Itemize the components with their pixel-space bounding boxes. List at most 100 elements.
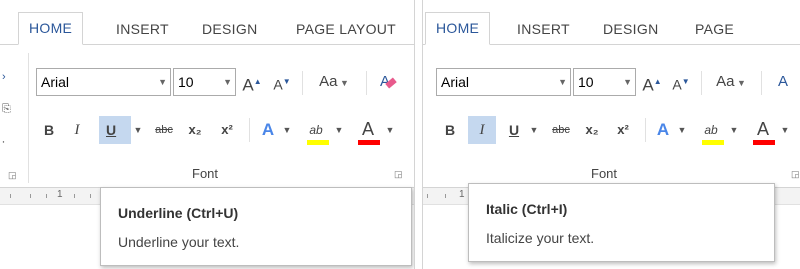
arrow-down-icon: ▼ bbox=[282, 77, 291, 86]
change-case-icon: Aa bbox=[716, 73, 735, 90]
chevron-down-icon[interactable]: ▼ bbox=[158, 69, 167, 95]
change-case-icon: Aa bbox=[319, 73, 338, 90]
tab-insert[interactable]: INSERT bbox=[507, 14, 580, 44]
subscript-button[interactable]: x₂ bbox=[183, 116, 207, 144]
chevron-down-icon[interactable]: ▼ bbox=[282, 116, 292, 144]
arrow-up-icon: ▲ bbox=[253, 77, 262, 86]
underline-dropdown-icon[interactable]: ▼ bbox=[131, 116, 145, 144]
font-name-box[interactable]: Arial ▼ bbox=[436, 68, 571, 96]
ruler-number: 1 bbox=[459, 189, 465, 200]
italic-button[interactable]: I bbox=[468, 116, 496, 144]
divider bbox=[366, 71, 367, 95]
font-size-value: 10 bbox=[578, 74, 594, 90]
divider bbox=[249, 118, 250, 142]
chevron-down-icon[interactable]: ▼ bbox=[558, 69, 567, 95]
font-color-button[interactable]: A bbox=[751, 115, 775, 143]
ruler-number: 1 bbox=[57, 189, 63, 200]
subscript-button[interactable]: x₂ bbox=[580, 116, 604, 144]
divider bbox=[645, 118, 646, 142]
shrink-font-icon: A bbox=[672, 76, 682, 93]
font-size-value: 10 bbox=[178, 74, 194, 90]
tooltip: Underline (Ctrl+U) Underline your text. bbox=[100, 187, 412, 266]
grow-font-button[interactable]: A▲ bbox=[640, 68, 664, 96]
highlight-icon: ab bbox=[309, 123, 323, 137]
highlight-icon: ab bbox=[704, 123, 718, 137]
font-dialog-launcher-icon[interactable]: ◲ bbox=[791, 169, 800, 180]
chevron-down-icon[interactable]: ▼ bbox=[223, 69, 232, 95]
tab-page-layout[interactable]: PAGE LAYOUT bbox=[286, 14, 406, 44]
chevron-down-icon[interactable]: ▼ bbox=[623, 69, 632, 95]
change-case-button[interactable]: Aa ▼ bbox=[709, 68, 753, 96]
ruler-tick bbox=[427, 194, 428, 198]
tab-design[interactable]: DESIGN bbox=[192, 14, 267, 44]
shrink-font-button[interactable]: A▼ bbox=[270, 68, 294, 96]
bold-button[interactable]: B bbox=[38, 116, 60, 144]
tab-insert[interactable]: INSERT bbox=[106, 14, 179, 44]
highlight-color-bar bbox=[307, 140, 329, 145]
chevron-down-icon: ▼ bbox=[734, 78, 746, 88]
font-size-box[interactable]: 10 ▼ bbox=[173, 68, 236, 96]
tab-home[interactable]: HOME bbox=[425, 12, 491, 45]
superscript-button[interactable]: x² bbox=[215, 116, 239, 144]
grow-font-icon: A bbox=[642, 75, 654, 95]
chevron-down-icon[interactable]: ▼ bbox=[385, 116, 395, 144]
tab-home[interactable]: HOME bbox=[18, 12, 84, 45]
superscript-button[interactable]: x² bbox=[611, 116, 635, 144]
ruler-tick bbox=[90, 194, 91, 198]
ruler-tick bbox=[46, 194, 47, 198]
underline-button[interactable]: U bbox=[503, 116, 525, 144]
italic-button[interactable]: I bbox=[66, 116, 88, 144]
paste-icon[interactable]: › bbox=[2, 71, 6, 83]
copy-icon[interactable]: ⎘ bbox=[2, 103, 11, 116]
format-painter-icon[interactable]: ⸱ bbox=[2, 135, 5, 150]
bold-button[interactable]: B bbox=[439, 116, 461, 144]
text-effects-button[interactable]: A bbox=[256, 116, 280, 144]
chevron-down-icon[interactable]: ▼ bbox=[334, 116, 344, 144]
underline-button[interactable]: U bbox=[99, 116, 131, 144]
font-group-label: Font bbox=[591, 166, 618, 181]
chevron-down-icon[interactable]: ▼ bbox=[780, 116, 790, 144]
tooltip-title: Underline (Ctrl+U) bbox=[118, 205, 239, 221]
strikethrough-button[interactable]: abc bbox=[547, 116, 575, 144]
chevron-down-icon[interactable]: ▼ bbox=[677, 116, 687, 144]
clear-formatting-icon: A bbox=[777, 73, 788, 90]
grow-font-icon: A bbox=[242, 75, 254, 95]
tooltip-description: Italicize your text. bbox=[486, 230, 595, 246]
ribbon-tabs: HOME INSERT DESIGN PAGE LAYOUT bbox=[423, 0, 800, 67]
divider bbox=[302, 71, 303, 95]
ruler-tick bbox=[445, 194, 446, 198]
divider bbox=[761, 71, 762, 95]
tab-design[interactable]: DESIGN bbox=[593, 14, 668, 44]
ruler-tick bbox=[10, 194, 11, 198]
font-group: › ⎘ ⸱ ◲ Arial ▼ 10 ▼ A▲ A▼ Aa ▼ A B I U … bbox=[0, 45, 414, 188]
font-color-button[interactable]: A bbox=[356, 115, 380, 143]
clear-formatting-button[interactable]: A bbox=[374, 68, 402, 96]
font-name-value: Arial bbox=[41, 74, 70, 90]
ribbon-tabs: HOME INSERT DESIGN PAGE LAYOUT bbox=[0, 0, 414, 45]
font-group: Arial ▼ 10 ▼ A▲ A▼ Aa ▼ A B I U ▼ abc x₂… bbox=[423, 45, 800, 188]
underline-dropdown-icon[interactable]: ▼ bbox=[527, 116, 541, 144]
change-case-button[interactable]: Aa ▼ bbox=[312, 68, 356, 96]
highlight-color-bar bbox=[702, 140, 724, 145]
divider bbox=[28, 53, 29, 183]
ruler-tick bbox=[30, 194, 31, 198]
shrink-font-icon: A bbox=[273, 76, 283, 93]
strikethrough-button[interactable]: abc bbox=[150, 116, 178, 144]
font-name-box[interactable]: Arial ▼ bbox=[36, 68, 171, 96]
font-dialog-launcher-icon[interactable]: ◲ bbox=[394, 169, 403, 180]
font-group-label: Font bbox=[192, 166, 219, 181]
clear-formatting-button[interactable]: A bbox=[769, 68, 797, 96]
left-panel: HOME INSERT DESIGN PAGE LAYOUT › ⎘ ⸱ ◲ A… bbox=[0, 0, 415, 269]
chevron-down-icon[interactable]: ▼ bbox=[729, 116, 739, 144]
tooltip-description: Underline your text. bbox=[118, 234, 240, 250]
tooltip-title: Italic (Ctrl+I) bbox=[486, 201, 568, 217]
font-size-box[interactable]: 10 ▼ bbox=[573, 68, 636, 96]
tab-page-layout[interactable]: PAGE LAYOUT bbox=[685, 14, 800, 67]
text-effects-button[interactable]: A bbox=[651, 116, 675, 144]
tooltip: Italic (Ctrl+I) Italicize your text. bbox=[468, 183, 775, 262]
grow-font-button[interactable]: A▲ bbox=[240, 68, 264, 96]
divider bbox=[701, 71, 702, 95]
panel-gap bbox=[415, 0, 422, 269]
shrink-font-button[interactable]: A▼ bbox=[669, 68, 693, 96]
clipboard-launcher-icon[interactable]: ◲ bbox=[8, 170, 17, 181]
